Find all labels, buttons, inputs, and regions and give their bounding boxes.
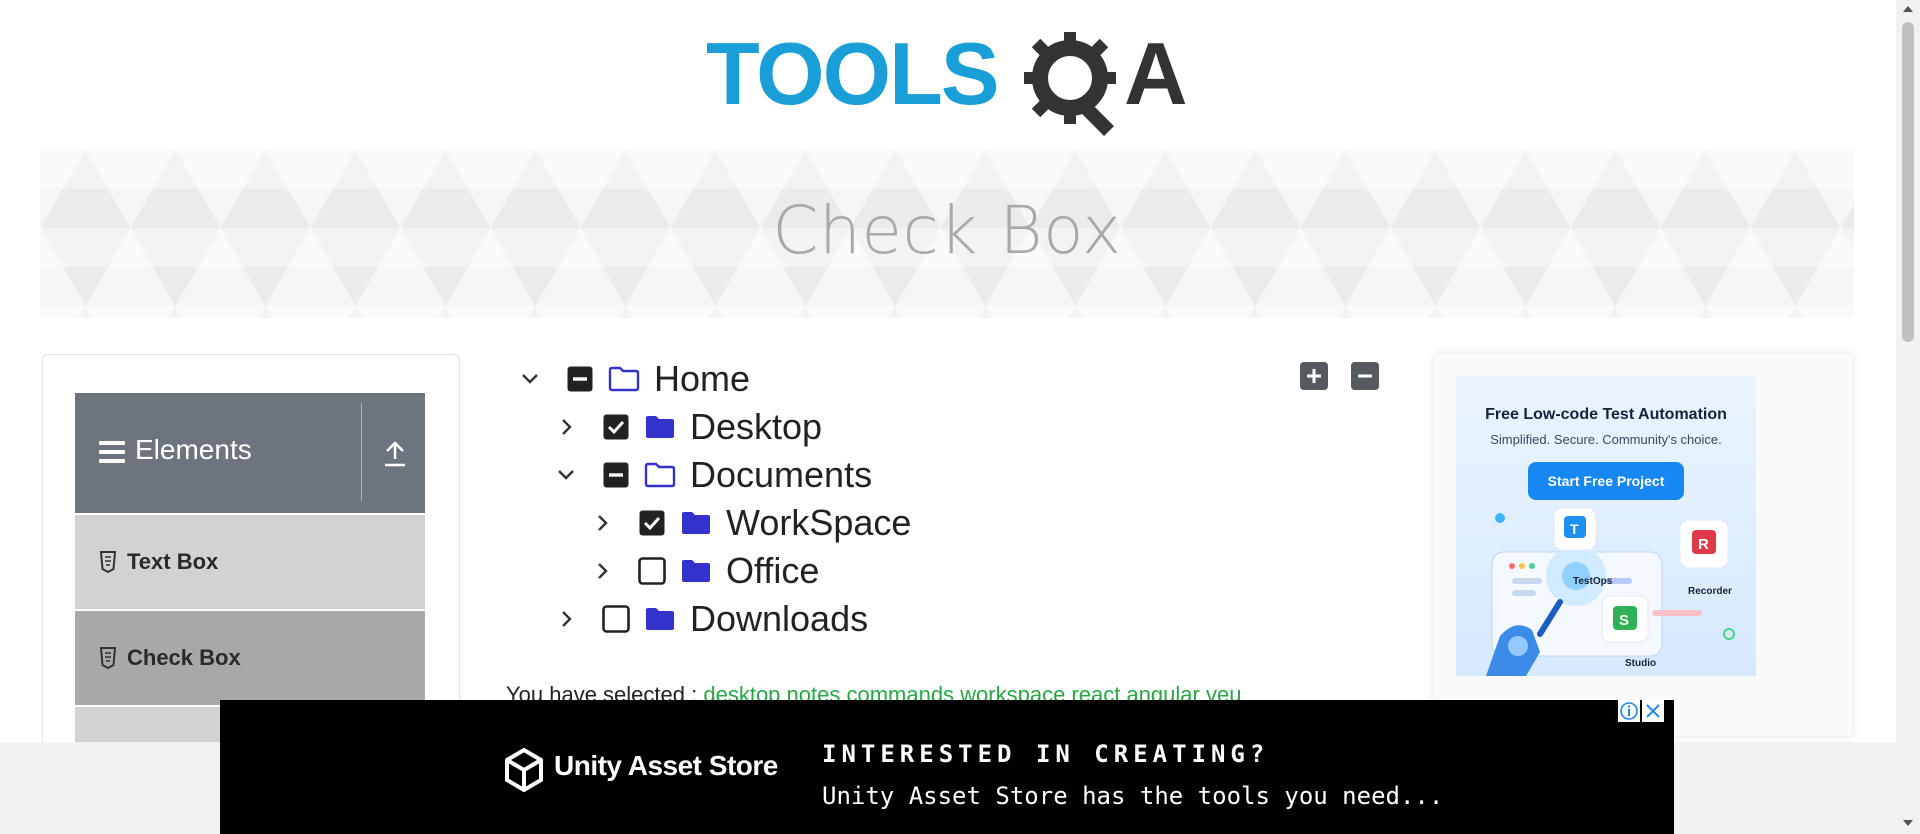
- ad-label-studio: Studio: [1625, 658, 1657, 669]
- page-banner: Check Box: [40, 150, 1854, 318]
- folder-icon: [680, 510, 712, 536]
- page-title: Check Box: [772, 192, 1122, 269]
- sidebar-item-text-box[interactable]: Text Box: [75, 515, 425, 609]
- tree-node-label[interactable]: Desktop: [690, 406, 822, 448]
- ad-subtitle: Simplified. Secure. Community's choice.: [1490, 432, 1722, 447]
- plus-square-icon[interactable]: [1300, 362, 1328, 390]
- ad-headline: INTERESTED IN CREATING?: [822, 740, 1270, 768]
- toolsqa-logo[interactable]: TOOLS A: [706, 22, 1192, 136]
- ad-info-icon[interactable]: [1618, 700, 1640, 722]
- scroll-down-arrow-icon[interactable]: [1903, 820, 1913, 826]
- ad-close-icon[interactable]: [1642, 700, 1664, 722]
- checkbox-unchecked-icon[interactable]: [602, 605, 630, 633]
- checkbox-checked-icon[interactable]: [638, 509, 666, 537]
- tree-node-office[interactable]: Office: [588, 549, 819, 593]
- page: TOOLS A Check Box Elements Text Box Chec…: [0, 0, 1920, 834]
- checkbox-partial-icon[interactable]: [602, 461, 630, 489]
- minus-square-icon[interactable]: [1351, 362, 1379, 390]
- folder-icon: [644, 414, 676, 440]
- scroll-thumb[interactable]: [1902, 22, 1914, 342]
- ad-label-recorder: Recorder: [1688, 586, 1732, 597]
- ad-brand: Unity Asset Store: [554, 750, 778, 781]
- divider: [361, 403, 362, 501]
- tree-node-home[interactable]: Home: [516, 357, 750, 401]
- svg-text:R: R: [1698, 536, 1709, 553]
- sidebar-group-title: Elements: [135, 434, 252, 465]
- tree-node-desktop[interactable]: Desktop: [552, 405, 822, 449]
- checkbox-unchecked-icon[interactable]: [638, 557, 666, 585]
- logo-text-a: A: [1124, 24, 1188, 123]
- tree-node-label[interactable]: WorkSpace: [726, 502, 911, 544]
- scroll-up-arrow-icon[interactable]: [1903, 6, 1913, 12]
- dot-icon: [1495, 513, 1505, 523]
- chevron-right-icon[interactable]: [552, 605, 580, 633]
- sidebar-item-label: Check Box: [127, 645, 241, 670]
- tree-node-label[interactable]: Documents: [690, 454, 872, 496]
- ad-label-testops: TestOps: [1573, 576, 1613, 587]
- tree-node-label[interactable]: Downloads: [690, 598, 868, 640]
- unity-cube-icon: [505, 748, 543, 792]
- html5-icon: [99, 551, 117, 573]
- svg-text:S: S: [1619, 612, 1629, 629]
- html5-icon: [99, 647, 117, 669]
- svg-text:T: T: [1570, 521, 1579, 537]
- logo-text-tools: TOOLS: [706, 24, 998, 123]
- folder-icon: [680, 558, 712, 584]
- folder-icon: [644, 606, 676, 632]
- sidebar-item-check-box[interactable]: Check Box: [75, 611, 425, 705]
- tree-node-documents[interactable]: Documents: [552, 453, 872, 497]
- chevron-down-icon[interactable]: [516, 365, 544, 393]
- start-free-project-button[interactable]: Start Free Project: [1528, 462, 1684, 500]
- sidebar-item-label: Text Box: [127, 549, 219, 574]
- folder-open-icon: [644, 462, 676, 488]
- ad-subline: Unity Asset Store has the tools you need…: [822, 782, 1444, 810]
- sidebar-group-elements[interactable]: Elements: [75, 393, 425, 513]
- side-ad[interactable]: Free Low-code Test Automation Simplified…: [1434, 354, 1852, 736]
- checkbox-partial-icon[interactable]: [566, 365, 594, 393]
- chevron-right-icon[interactable]: [552, 413, 580, 441]
- gear-icon: [1024, 32, 1116, 136]
- tree-node-downloads[interactable]: Downloads: [552, 597, 868, 641]
- tree-node-label[interactable]: Home: [654, 358, 750, 400]
- tree-node-workspace[interactable]: WorkSpace: [588, 499, 919, 547]
- chevron-down-icon[interactable]: [552, 461, 580, 489]
- ad-card[interactable]: Free Low-code Test Automation Simplified…: [1456, 376, 1756, 676]
- page-scrollbar[interactable]: [1896, 0, 1920, 834]
- tree-node-label[interactable]: Office: [726, 550, 819, 592]
- ad-title: Free Low-code Test Automation: [1485, 406, 1727, 423]
- hamburger-icon: [99, 441, 125, 463]
- collapse-up-icon[interactable]: [381, 439, 409, 469]
- chevron-right-icon[interactable]: [588, 509, 616, 537]
- bottom-ad-banner[interactable]: Unity Asset Store INTERESTED IN CREATING…: [220, 700, 1674, 834]
- chevron-right-icon[interactable]: [588, 557, 616, 585]
- checkbox-checked-icon[interactable]: [602, 413, 630, 441]
- folder-open-icon: [608, 366, 640, 392]
